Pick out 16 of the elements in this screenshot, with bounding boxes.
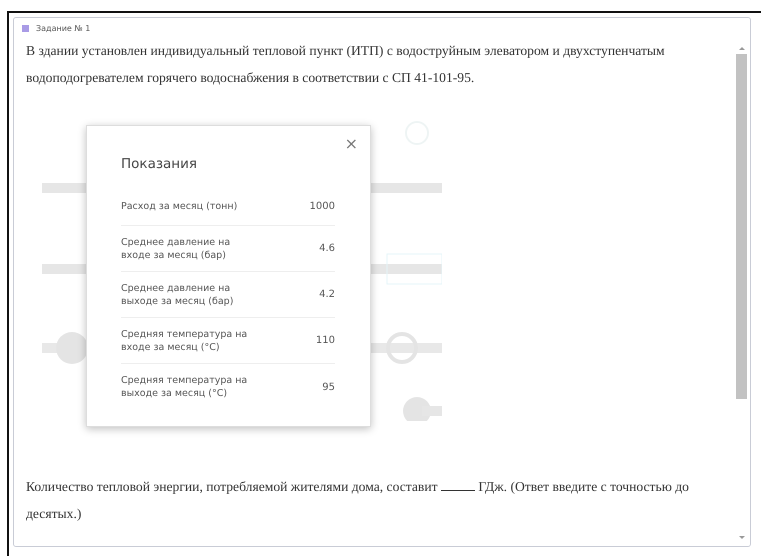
prompt-text: Количество тепловой энергии, потребляемой жителями дома, составит ГДж. (Ответ введите с точностью до десятых.): [26, 477, 690, 523]
task-marker-icon: [22, 25, 29, 32]
task-label: Задание № 1: [36, 24, 90, 33]
reading-label: Средняя температура на выходе за месяц (°C): [121, 374, 248, 400]
reading-value: 1000: [310, 201, 335, 212]
reading-label: Расход за месяц (тонн): [121, 200, 238, 213]
reading-value: 4.6: [319, 243, 335, 254]
reading-value: 4.2: [319, 289, 335, 300]
dialog-title: Показания: [121, 156, 198, 172]
question-text: В здании установлен индивидуальный тепловой пункт (ИТП) с водоструйным элеватором и двухступенчатым водоподогревателем горячего водоснабжения в соответствии с СП 41-101-95.: [26, 42, 666, 87]
reading-label: Средняя температура на входе за месяц (°C): [121, 328, 248, 354]
close-button[interactable]: ×: [344, 134, 358, 153]
reading-label: Среднее давление на выходе за месяц (бар): [121, 282, 234, 308]
reading-value: 110: [316, 335, 335, 346]
reading-value: 95: [322, 382, 335, 392]
reading-label: Среднее давление на входе за месяц (бар): [121, 236, 232, 262]
